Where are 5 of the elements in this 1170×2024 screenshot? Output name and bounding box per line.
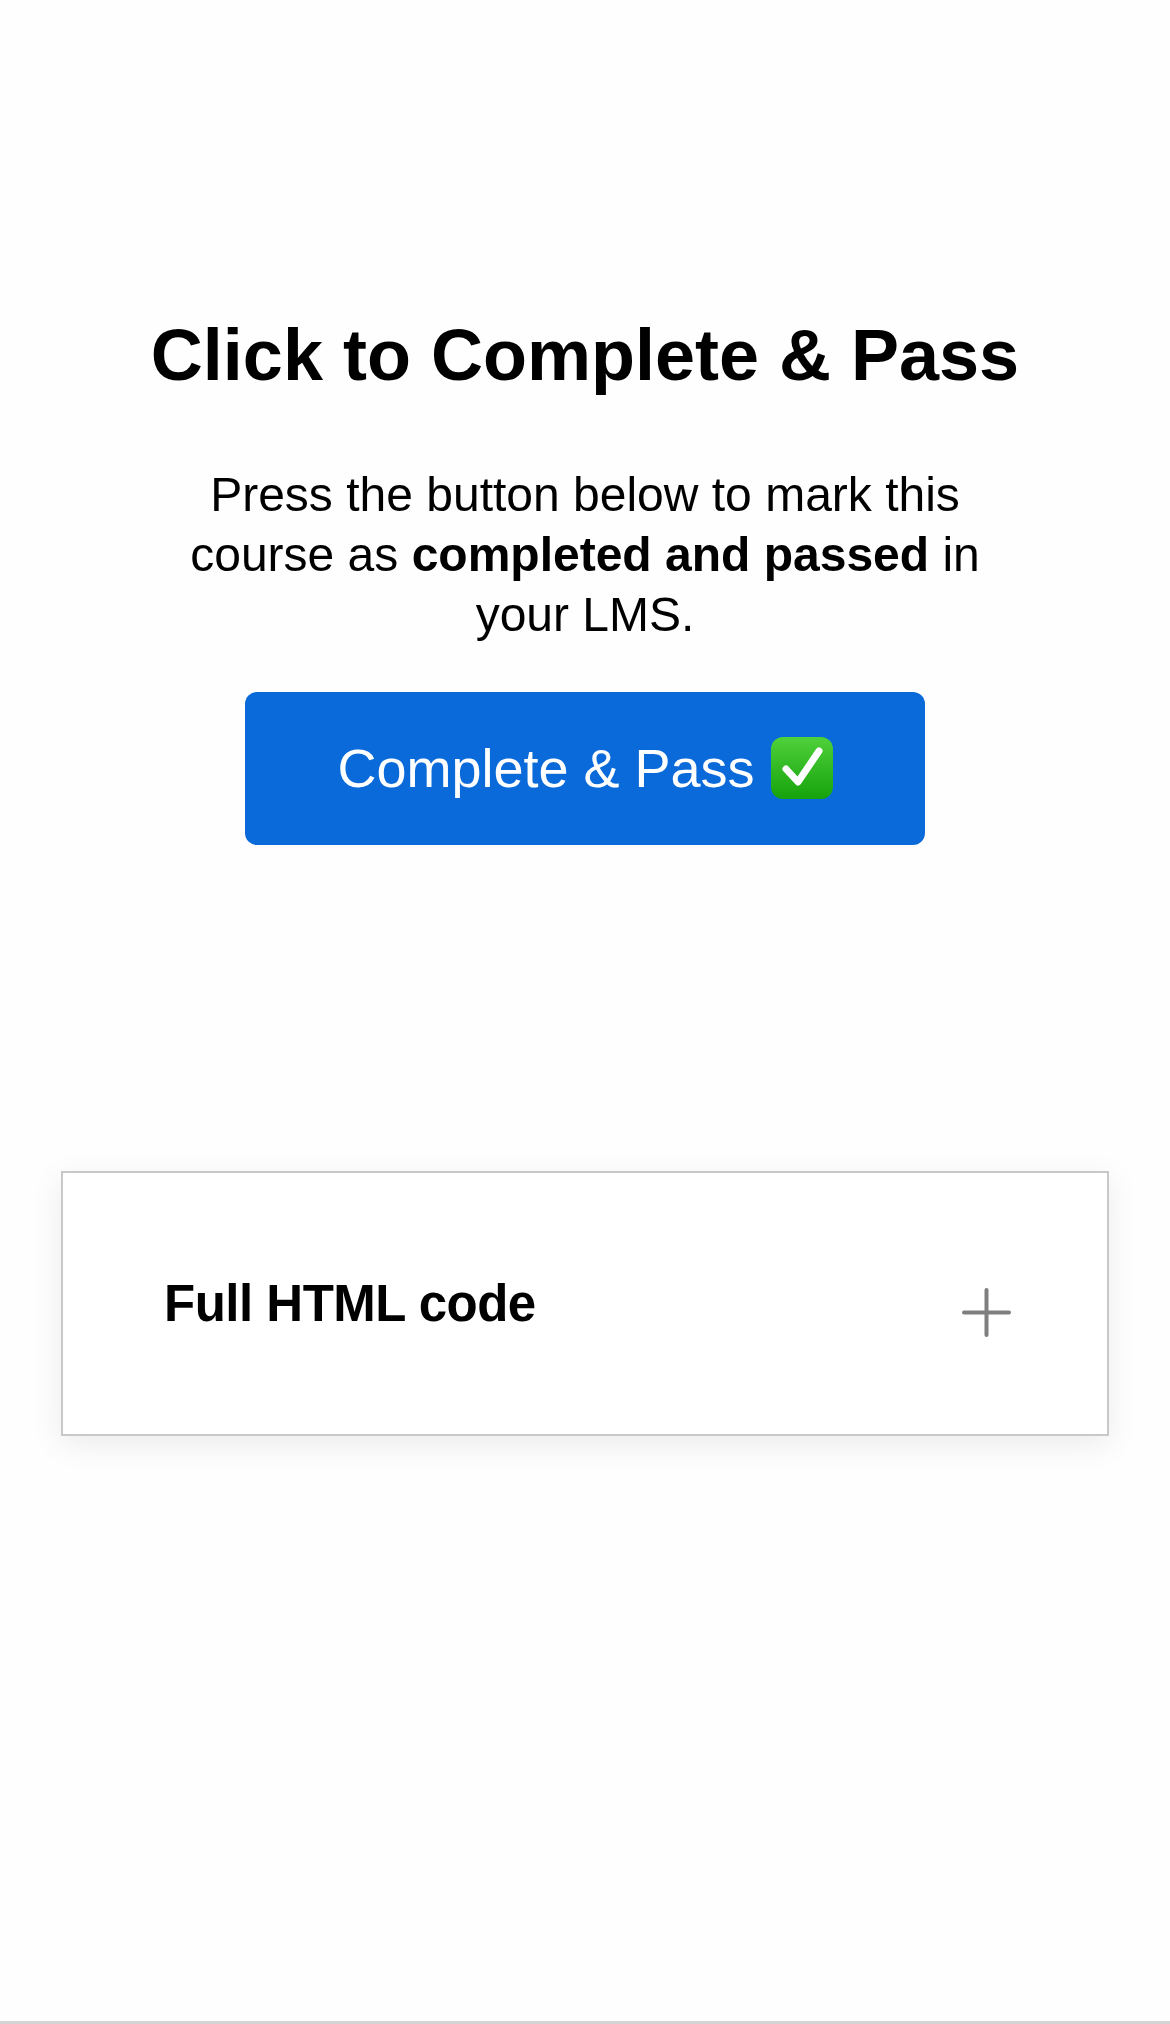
check-icon <box>770 737 833 800</box>
complete-pass-button[interactable]: Complete & Pass <box>245 691 925 845</box>
accordion-header[interactable]: Full HTML code <box>61 1170 1109 1436</box>
instructions-text: Press the button below to mark this course as completed and passed in your LMS. <box>189 466 981 643</box>
page-title: Click to Complete & Pass <box>150 314 1020 397</box>
